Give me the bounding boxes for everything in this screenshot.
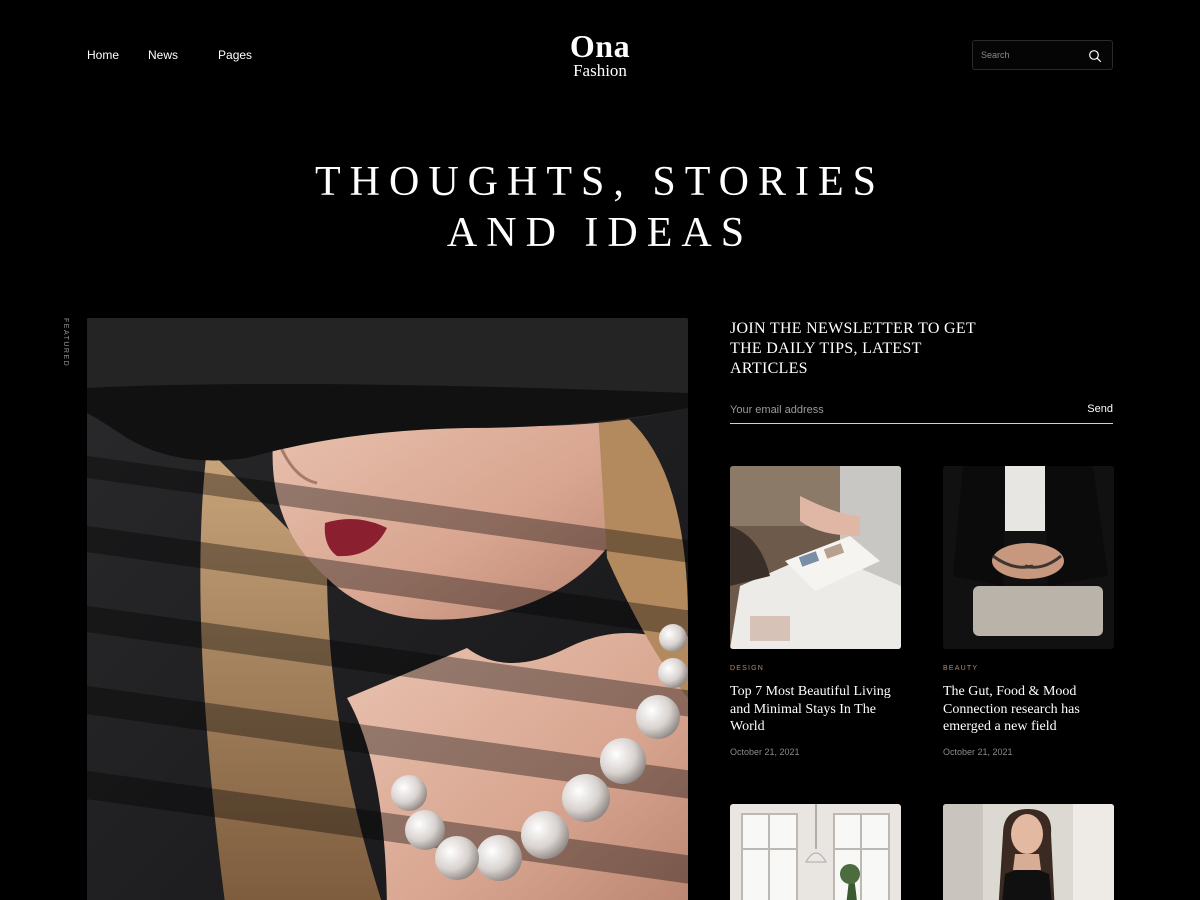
newsletter-title-line: THE DAILY TIPS, LATEST [730, 340, 922, 357]
article-thumbnail[interactable] [730, 804, 901, 900]
search-input[interactable] [981, 48, 1081, 62]
article-date: October 21, 2021 [730, 746, 800, 757]
send-button[interactable]: Send [1087, 403, 1113, 415]
article-card: BEAUTY The Gut, Food & Mood Connection r… [943, 466, 1114, 757]
hero-line-2: AND IDEAS [446, 210, 754, 256]
featured-label: FEATURED [62, 318, 69, 368]
newsletter-title: JOIN THE NEWSLETTER TO GET THE DAILY TIP… [730, 319, 1010, 379]
article-thumbnail[interactable] [943, 466, 1114, 649]
email-field[interactable] [730, 402, 1030, 418]
newsletter-title-line: JOIN THE NEWSLETTER TO GET [730, 320, 976, 337]
search-icon[interactable] [1088, 49, 1102, 63]
hero-line-1: THOUGHTS, STORIES [315, 159, 885, 205]
article-thumbnail[interactable] [943, 804, 1114, 900]
article-title[interactable]: The Gut, Food & Mood Connection research… [943, 683, 1114, 736]
featured-image[interactable] [87, 318, 688, 900]
article-thumbnail[interactable] [730, 466, 901, 649]
search-box [972, 40, 1113, 70]
article-category[interactable]: BEAUTY [943, 665, 1114, 672]
article-category[interactable]: DESIGN [730, 665, 901, 672]
article-title[interactable]: Top 7 Most Beautiful Living and Minimal … [730, 683, 901, 736]
article-date: October 21, 2021 [943, 746, 1013, 757]
hero-heading: THOUGHTS, STORIES AND IDEAS [0, 157, 1200, 259]
newsletter-title-line: ARTICLES [730, 360, 808, 377]
article-card: DESIGN Top 7 Most Beautiful Living and M… [730, 466, 901, 757]
newsletter-form: Send [730, 398, 1113, 424]
